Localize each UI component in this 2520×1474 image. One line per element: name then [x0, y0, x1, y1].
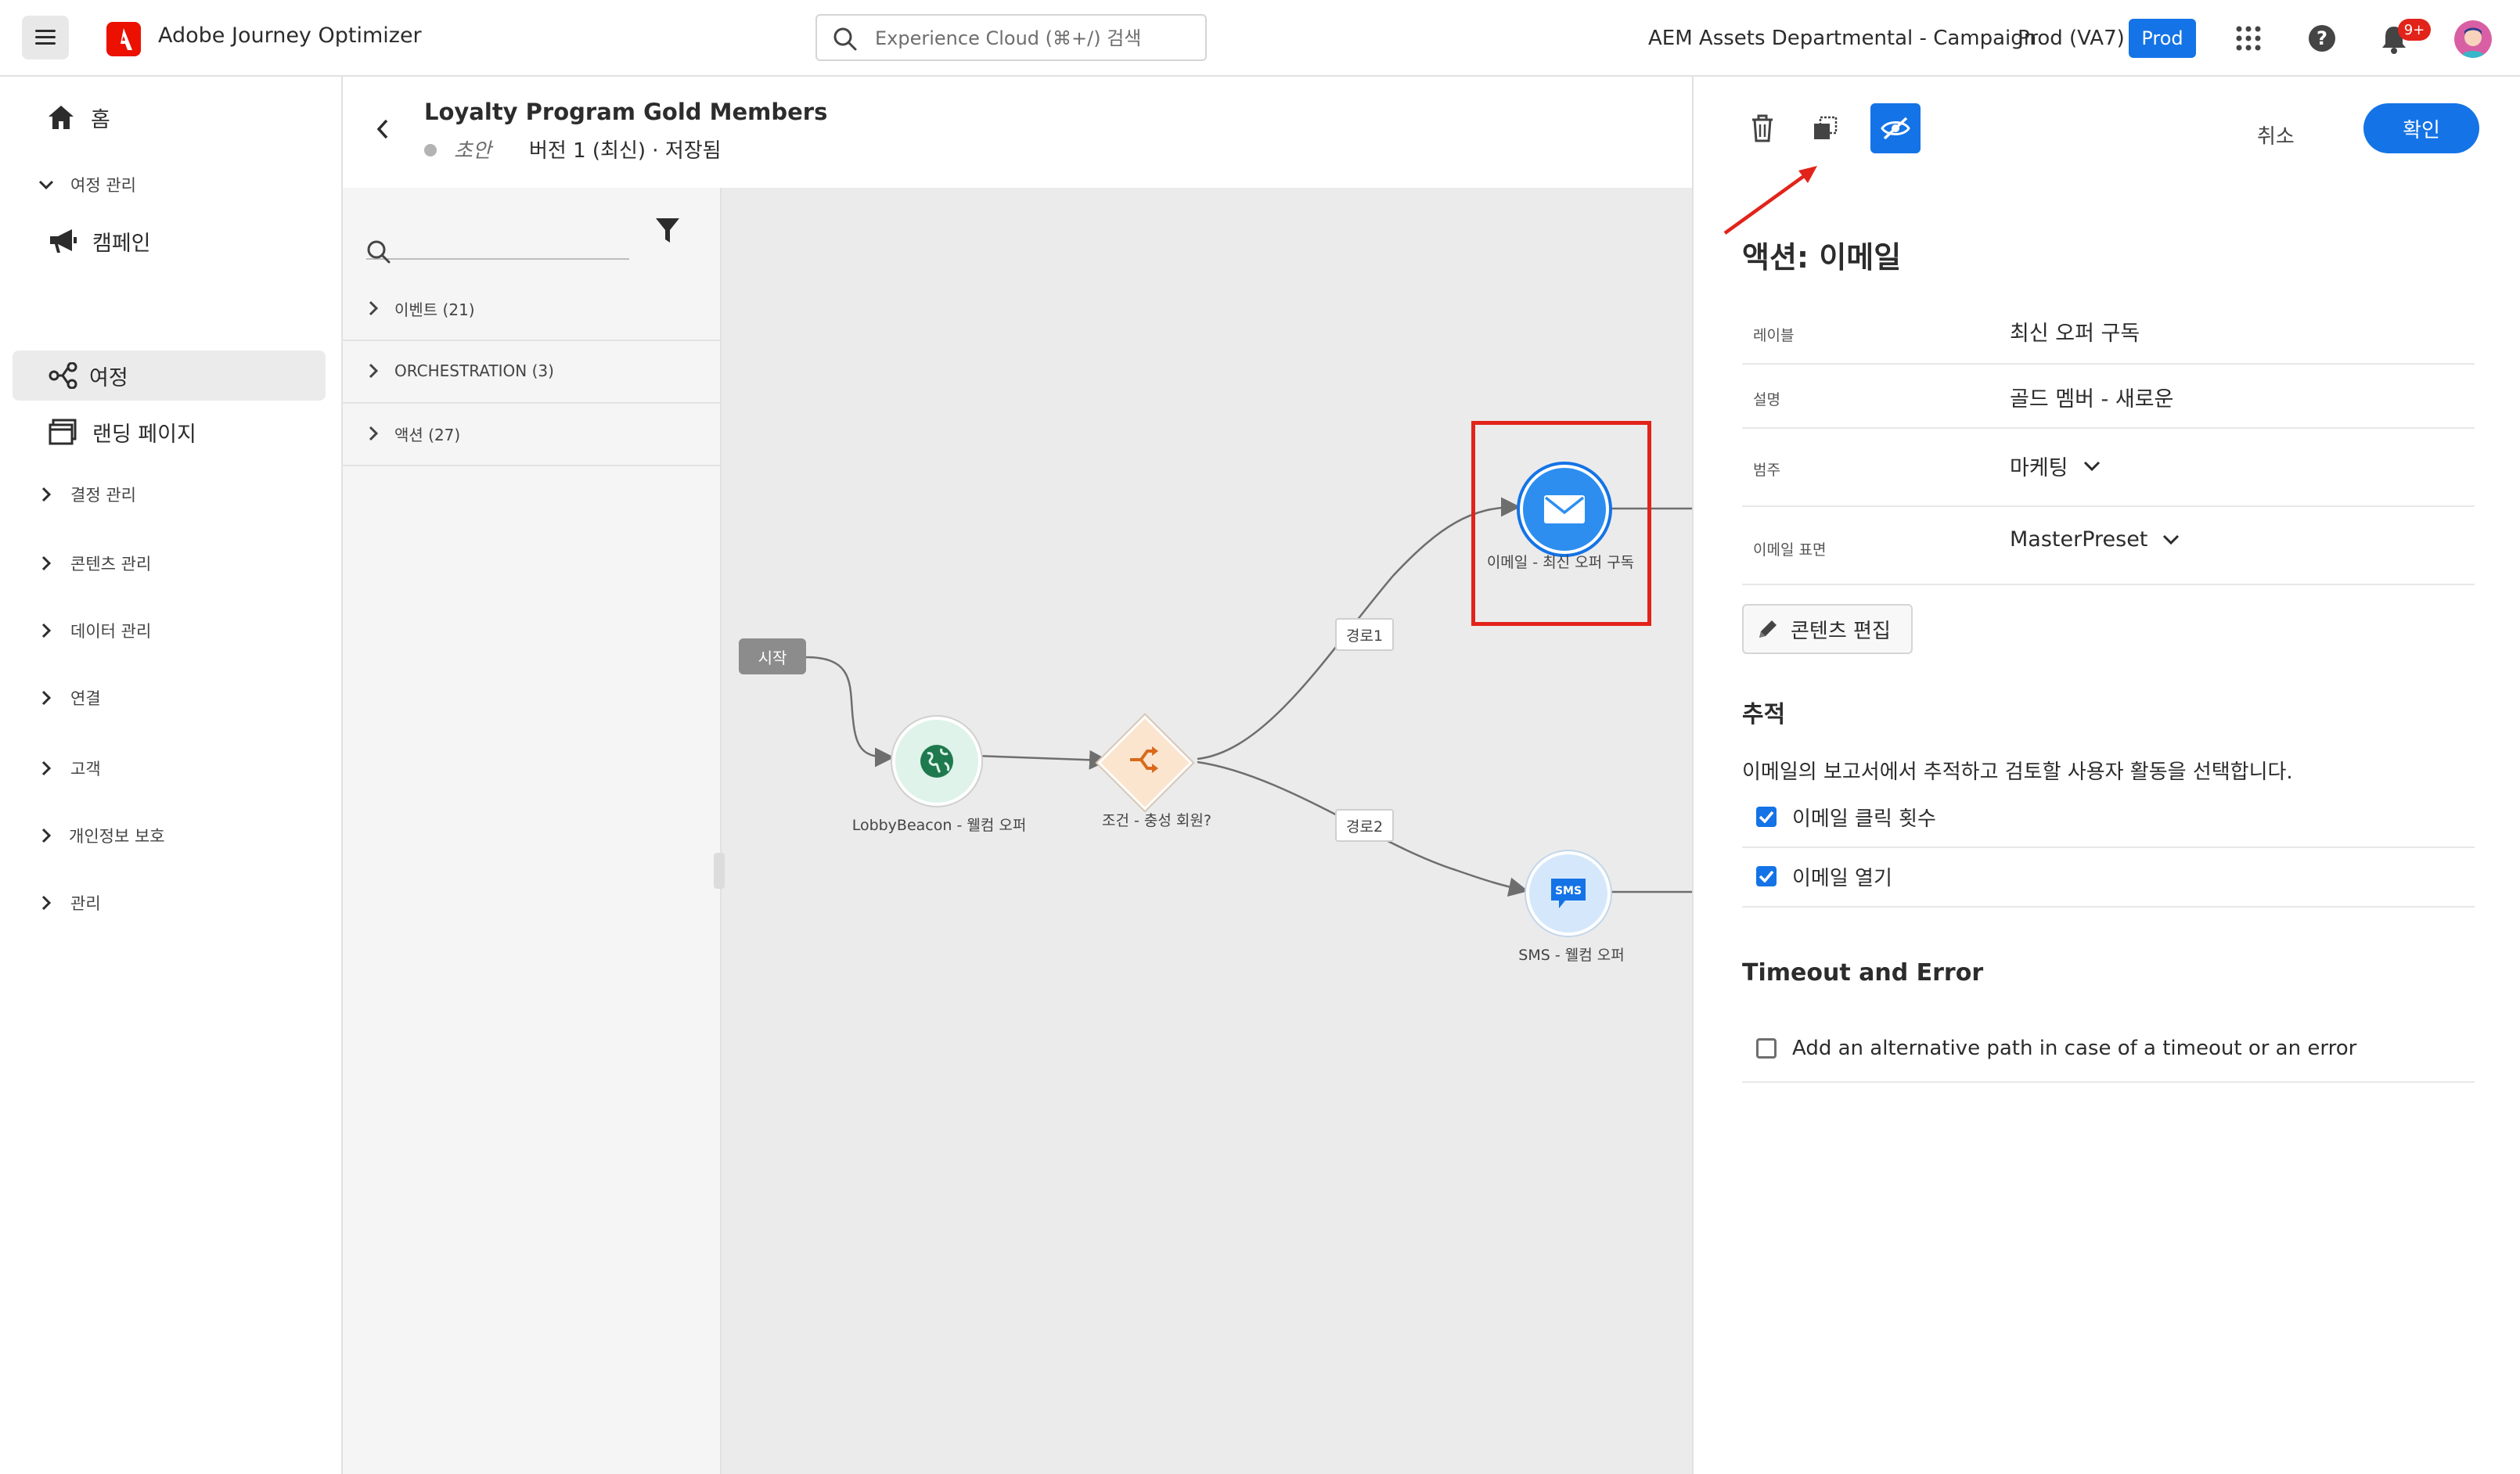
- field-key-label: 레이블: [1753, 327, 1795, 344]
- pencil-icon: [1759, 620, 1777, 638]
- condition-split-icon: [1130, 746, 1158, 773]
- duplicate-button[interactable]: [1800, 103, 1850, 153]
- checkmark-icon: [1759, 870, 1774, 883]
- connector-start-lobby: [805, 656, 895, 768]
- chevron-down-icon: [2083, 461, 2100, 471]
- track-clicks-checkbox[interactable]: [1756, 807, 1777, 827]
- edit-content-button[interactable]: 콘텐츠 편집: [1742, 604, 1913, 654]
- cancel-button[interactable]: 취소: [2241, 110, 2310, 160]
- chevron-down-icon: [2163, 534, 2180, 545]
- sms-node-label: SMS - 웰컴 오퍼: [1518, 947, 1625, 964]
- tracking-title: 추적: [1742, 701, 1786, 728]
- panel-title: 액션: 이메일: [1742, 240, 1902, 275]
- sms-action-node[interactable]: SMS: [1526, 851, 1611, 936]
- duplicate-icon: [1814, 116, 1838, 139]
- track-opens-label: 이메일 열기: [1792, 866, 1892, 890]
- field-key-description: 설명: [1753, 391, 1780, 408]
- edit-content-label: 콘텐츠 편집: [1791, 619, 1891, 643]
- email-node-label: 이메일 - 최신 오퍼 구독: [1486, 554, 1635, 571]
- timeout-error-title: Timeout and Error: [1742, 959, 1984, 987]
- track-clicks-option[interactable]: 이메일 클릭 횟수: [1742, 787, 2475, 848]
- action-properties-panel: 취소 확인 액션: 이메일 레이블 최신 오퍼 구독 설명 골드 멤버 - 새로…: [1692, 77, 2520, 1474]
- track-clicks-label: 이메일 클릭 횟수: [1792, 807, 1936, 831]
- field-label-row: 레이블 최신 오퍼 구독: [1742, 297, 2475, 365]
- email-action-node[interactable]: [1520, 465, 1609, 554]
- confirm-button[interactable]: 확인: [2363, 103, 2479, 153]
- trash-icon: [1752, 114, 1773, 142]
- globe-icon: [920, 745, 953, 778]
- timeout-path-option[interactable]: Add an alternative path in case of a tim…: [1742, 1016, 2475, 1083]
- track-opens-option[interactable]: 이메일 열기: [1742, 847, 2475, 908]
- field-description-row: 설명 골드 멤버 - 새로운: [1742, 363, 2475, 429]
- toggle-visibility-button[interactable]: [1870, 103, 1921, 153]
- field-value-label[interactable]: 최신 오퍼 구독: [2010, 316, 2140, 347]
- lobby-beacon-node[interactable]: [892, 717, 981, 806]
- field-key-email-surface: 이메일 표면: [1753, 541, 1827, 559]
- checkmark-icon: [1759, 811, 1774, 823]
- track-opens-checkbox[interactable]: [1756, 866, 1777, 886]
- timeout-path-label: Add an alternative path in case of a tim…: [1792, 1037, 2357, 1060]
- start-node[interactable]: 시작: [739, 638, 806, 674]
- field-value-description[interactable]: 골드 멤버 - 새로운: [2010, 382, 2173, 412]
- tracking-description: 이메일의 보고서에서 추적하고 검토할 사용자 활동을 선택합니다.: [1742, 760, 2293, 784]
- eye-slash-icon: [1881, 117, 1910, 140]
- path2-tag[interactable]: 경로2: [1335, 809, 1395, 842]
- path1-tag[interactable]: 경로1: [1335, 618, 1395, 651]
- field-email-surface-row: 이메일 표면 MasterPreset: [1742, 505, 2475, 585]
- field-key-category: 범주: [1753, 462, 1780, 479]
- field-category-row: 범주 마케팅: [1742, 427, 2475, 507]
- category-dropdown[interactable]: 마케팅: [2010, 451, 2101, 481]
- condition-node-label: 조건 - 충성 회원?: [1102, 812, 1211, 829]
- timeout-path-checkbox[interactable]: [1756, 1038, 1777, 1059]
- email-envelope-icon: [1544, 495, 1585, 523]
- lobby-beacon-node-label: LobbyBeacon - 웰컴 오퍼: [851, 817, 1027, 834]
- sms-bubble-icon: SMS: [1551, 879, 1586, 908]
- connector-lobby-condition: [974, 750, 1109, 770]
- sms-glyph: SMS: [1555, 885, 1582, 897]
- email-surface-dropdown[interactable]: MasterPreset: [2010, 527, 2180, 552]
- delete-button[interactable]: [1737, 103, 1787, 153]
